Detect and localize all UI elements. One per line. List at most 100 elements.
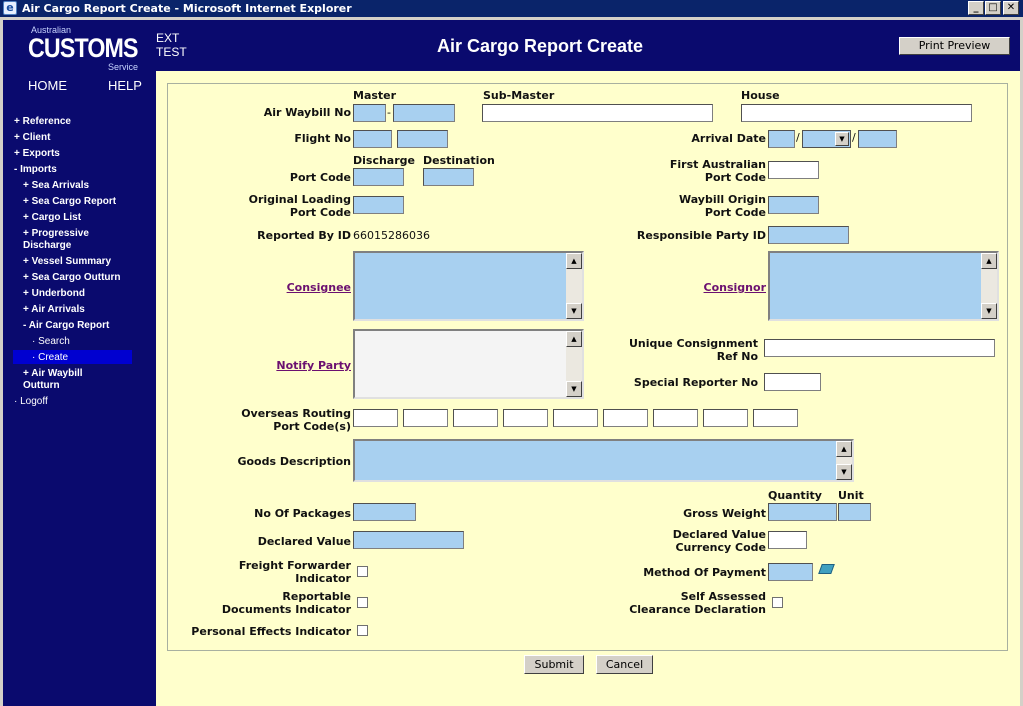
cancel-button[interactable]: Cancel — [596, 655, 653, 674]
responsible-party-id-input[interactable] — [768, 226, 849, 244]
air-waybill-master-input[interactable] — [393, 104, 455, 122]
scroll-up-icon[interactable]: ▲ — [836, 441, 852, 457]
routing-port-input-2[interactable] — [403, 409, 448, 427]
col-submaster-label: Sub-Master — [483, 89, 555, 102]
title-bar: e Air Cargo Report Create - Microsoft In… — [0, 0, 1023, 17]
submit-button[interactable]: Submit — [524, 655, 584, 674]
reportable-documents-checkbox[interactable] — [357, 597, 368, 608]
routing-port-input-6[interactable] — [603, 409, 648, 427]
flight-no-input-2[interactable] — [397, 130, 448, 148]
declared-currency-input[interactable] — [768, 531, 807, 549]
goods-description-label: Goods Description — [237, 455, 351, 468]
orig-loading-port-label: Original Loading Port Code — [248, 193, 351, 219]
routing-port-input-7[interactable] — [653, 409, 698, 427]
sidebar-item-cargo-list[interactable]: + Cargo List — [23, 212, 81, 224]
air-waybill-prefix-input[interactable] — [353, 104, 386, 122]
self-assessed-checkbox[interactable] — [772, 597, 783, 608]
scroll-down-icon[interactable]: ▼ — [836, 464, 852, 480]
reported-by-id-value: 66015286036 — [353, 229, 430, 242]
sidebar-item-logoff[interactable]: · Logoff — [14, 396, 48, 408]
port-code-label: Port Code — [289, 171, 351, 184]
sidebar-item-create[interactable]: · Create — [32, 352, 68, 364]
routing-port-input-8[interactable] — [703, 409, 748, 427]
sidebar-item-progressive-discharge-2[interactable]: Discharge — [23, 240, 71, 252]
method-of-payment-label: Method Of Payment — [643, 566, 766, 579]
notify-party-link[interactable]: Notify Party — [276, 359, 351, 372]
sidebar-item-progressive-discharge[interactable]: + Progressive — [23, 228, 89, 240]
consignor-link[interactable]: Consignor — [704, 281, 766, 294]
consignee-link[interactable]: Consignee — [287, 281, 351, 294]
sub-master-input[interactable] — [482, 104, 713, 122]
flight-no-input-1[interactable] — [353, 130, 392, 148]
sidebar-item-sea-cargo-report[interactable]: + Sea Cargo Report — [23, 196, 116, 208]
routing-port-input-3[interactable] — [453, 409, 498, 427]
minimize-button[interactable]: _ — [968, 1, 984, 15]
gross-weight-label: Gross Weight — [683, 507, 766, 520]
routing-port-input-9[interactable] — [753, 409, 798, 427]
sidebar-item-search[interactable]: · Search — [32, 336, 70, 348]
sidebar-item-client[interactable]: + Client — [14, 132, 50, 144]
orig-loading-port-input[interactable] — [353, 196, 404, 214]
overseas-routing-label: Overseas Routing Port Code(s) — [241, 407, 351, 433]
sidebar-item-underbond[interactable]: + Underbond — [23, 288, 85, 300]
sidebar-item-air-waybill-outturn-2[interactable]: Outturn — [23, 380, 60, 392]
col-quantity-label: Quantity — [768, 489, 822, 502]
house-input[interactable] — [741, 104, 972, 122]
print-preview-button[interactable]: Print Preview — [899, 37, 1010, 55]
consignee-textarea[interactable]: ▲ ▼ — [353, 251, 584, 321]
goods-description-textarea[interactable]: ▲ ▼ — [353, 439, 854, 482]
sidebar-item-imports[interactable]: - Imports — [14, 164, 57, 176]
maximize-button[interactable]: □ — [985, 1, 1001, 15]
destination-port-input[interactable] — [423, 168, 474, 186]
unique-consignment-ref-input[interactable] — [764, 339, 995, 357]
routing-port-input-4[interactable] — [503, 409, 548, 427]
consignor-textarea[interactable]: ▲ ▼ — [768, 251, 999, 321]
arrival-month-select[interactable]: ▼ — [802, 130, 851, 148]
discharge-port-input[interactable] — [353, 168, 404, 186]
method-of-payment-input[interactable] — [768, 563, 813, 581]
self-assessed-label: Self Assessed Clearance Declaration — [629, 590, 766, 616]
gross-weight-quantity-input[interactable] — [768, 503, 837, 521]
col-destination-label: Destination — [423, 154, 495, 167]
sidebar-item-sea-cargo-outturn[interactable]: + Sea Cargo Outturn — [23, 272, 121, 284]
sidebar-item-exports[interactable]: + Exports — [14, 148, 60, 160]
sidebar-item-vessel-summary[interactable]: + Vessel Summary — [23, 256, 111, 268]
scroll-up-icon[interactable]: ▲ — [566, 331, 582, 347]
responsible-party-id-label: Responsible Party ID — [636, 229, 766, 242]
arrival-day-input[interactable] — [768, 130, 795, 148]
waybill-origin-port-input[interactable] — [768, 196, 819, 214]
scroll-up-icon[interactable]: ▲ — [566, 253, 582, 269]
env-line-2: TEST — [156, 45, 187, 59]
scroll-down-icon[interactable]: ▼ — [566, 303, 582, 319]
close-button[interactable]: ✕ — [1003, 1, 1019, 15]
personal-effects-label: Personal Effects Indicator — [191, 625, 351, 638]
first-aus-port-input[interactable] — [768, 161, 819, 179]
routing-port-input-1[interactable] — [353, 409, 398, 427]
air-waybill-no-label: Air Waybill No — [263, 106, 351, 119]
scroll-down-icon[interactable]: ▼ — [981, 303, 997, 319]
notify-party-textarea[interactable]: ▲ ▼ — [353, 329, 584, 399]
sidebar-item-sea-arrivals[interactable]: + Sea Arrivals — [23, 180, 89, 192]
date-slash-2: / — [852, 131, 856, 144]
help-link[interactable]: HELP — [108, 78, 142, 93]
routing-port-input-5[interactable] — [553, 409, 598, 427]
arrival-year-input[interactable] — [858, 130, 897, 148]
sidebar-item-air-waybill-outturn[interactable]: + Air Waybill — [23, 368, 83, 380]
customs-logo: Australian CUSTOMS Service — [28, 25, 148, 72]
sidebar-item-air-arrivals[interactable]: + Air Arrivals — [23, 304, 85, 316]
reported-by-id-label: Reported By ID — [257, 229, 351, 242]
env-line-1: EXT — [156, 31, 180, 45]
scroll-up-icon[interactable]: ▲ — [981, 253, 997, 269]
sidebar-item-air-cargo-report[interactable]: - Air Cargo Report — [23, 320, 109, 332]
declared-value-input[interactable] — [353, 531, 464, 549]
special-reporter-no-input[interactable] — [764, 373, 821, 391]
freight-forwarder-checkbox[interactable] — [357, 566, 368, 577]
scroll-down-icon[interactable]: ▼ — [566, 381, 582, 397]
gross-weight-unit-input[interactable] — [838, 503, 871, 521]
declared-currency-label: Declared Value Currency Code — [672, 528, 766, 554]
personal-effects-checkbox[interactable] — [357, 625, 368, 636]
flight-no-label: Flight No — [294, 132, 351, 145]
sidebar-item-reference[interactable]: + Reference — [14, 116, 71, 128]
no-of-packages-input[interactable] — [353, 503, 416, 521]
home-link[interactable]: HOME — [28, 78, 67, 93]
